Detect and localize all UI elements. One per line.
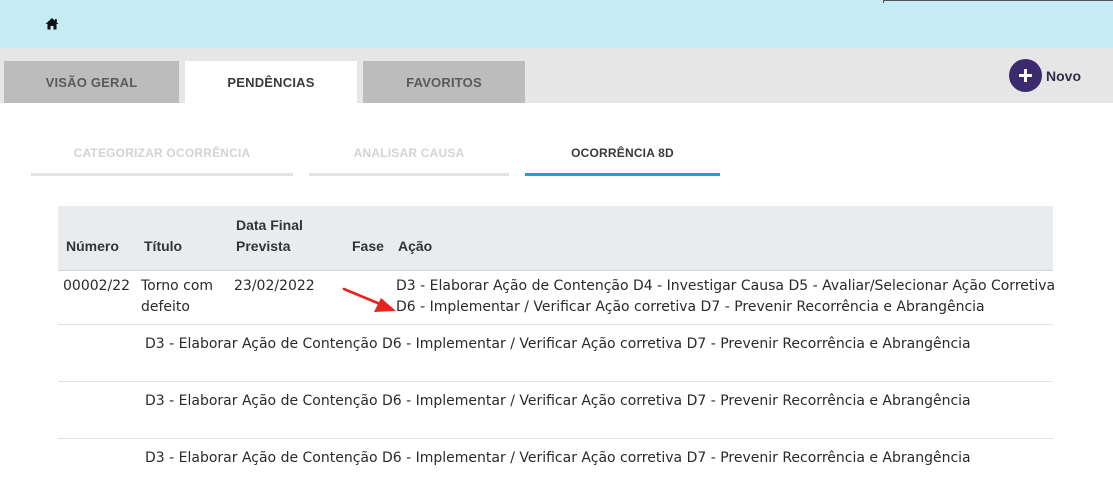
table-header: Número Título Data Final Prevista Fase A… <box>58 206 1053 271</box>
new-button[interactable]: Novo <box>1009 59 1081 92</box>
header-action[interactable]: Ação <box>398 236 432 257</box>
sub-row-action[interactable]: D3 - Elaborar Ação de Contenção D6 - Imp… <box>145 334 971 355</box>
top-edge-tick <box>883 0 884 3</box>
subtab-categorize[interactable]: CATEGORIZAR OCORRÊNCIA <box>31 143 293 176</box>
top-edge-line <box>883 0 1113 1</box>
cell-number: 00002/22 <box>63 278 131 294</box>
header-number[interactable]: Número <box>66 236 119 257</box>
row-divider <box>58 381 1053 382</box>
header-phase[interactable]: Fase <box>352 236 384 257</box>
new-button-label: Novo <box>1046 67 1081 84</box>
subtab-analyze-label: ANALISAR CAUSA <box>353 146 465 160</box>
header-date[interactable]: Data Final Prevista <box>236 215 316 257</box>
sub-row-action[interactable]: D3 - Elaborar Ação de Contenção D6 - Imp… <box>145 391 971 412</box>
header-title[interactable]: Título <box>144 236 182 257</box>
tab-pending[interactable]: PENDÊNCIAS <box>185 61 357 103</box>
action-line-2[interactable]: D6 - Implementar / Verificar Ação corret… <box>396 297 1055 318</box>
home-icon[interactable] <box>44 16 60 32</box>
row-divider <box>58 438 1053 439</box>
subtab-occurrence-label: OCORRÊNCIA 8D <box>571 146 674 160</box>
plus-circle-icon <box>1009 59 1042 92</box>
tab-favorites[interactable]: FAVORITOS <box>363 61 525 103</box>
action-line-1[interactable]: D3 - Elaborar Ação de Contenção D4 - Inv… <box>396 276 1055 297</box>
cell-date: 23/02/2022 <box>234 278 315 294</box>
row-divider <box>58 324 1053 325</box>
subtab-analyze[interactable]: ANALISAR CAUSA <box>309 143 509 176</box>
subtab-occurrence-8d[interactable]: OCORRÊNCIA 8D <box>525 143 720 176</box>
cell-action: D3 - Elaborar Ação de Contenção D4 - Inv… <box>396 276 1055 318</box>
tab-overview[interactable]: VISÃO GERAL <box>4 61 179 103</box>
red-arrow-icon <box>342 287 396 312</box>
sub-row-action[interactable]: D3 - Elaborar Ação de Contenção D6 - Imp… <box>145 448 971 469</box>
subtab-categorize-label: CATEGORIZAR OCORRÊNCIA <box>73 146 251 160</box>
cell-title: Torno com defeito <box>141 278 214 315</box>
top-bar <box>0 0 1113 48</box>
tab-bar: VISÃO GERAL PENDÊNCIAS FAVORITOS <box>0 48 1113 103</box>
